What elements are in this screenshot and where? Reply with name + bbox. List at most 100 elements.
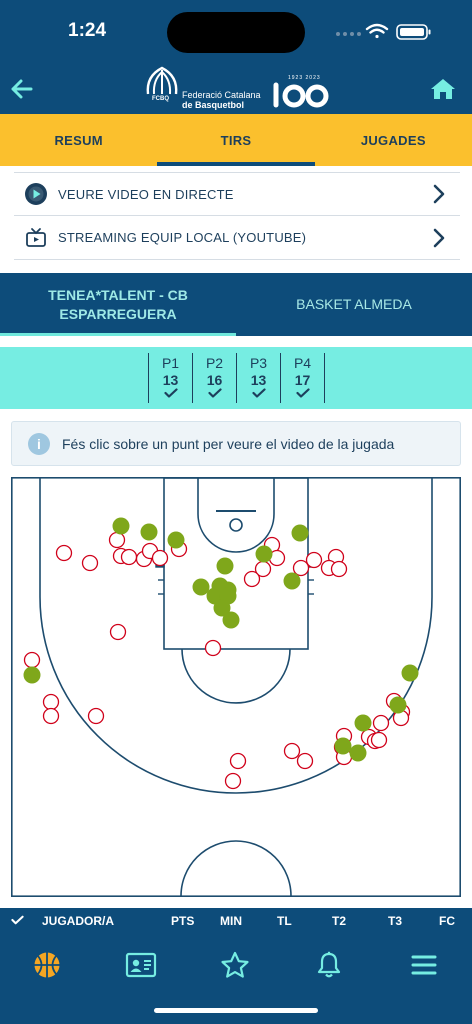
made-shot[interactable] [255, 545, 273, 563]
made-shot[interactable] [222, 611, 240, 629]
streaming-link[interactable]: STREAMING EQUIP LOCAL (YOUTUBE) [14, 216, 460, 260]
made-shot[interactable] [216, 557, 234, 575]
made-shot[interactable] [167, 531, 185, 549]
menu-icon [411, 955, 437, 975]
period-p1[interactable]: P1 13 [149, 353, 193, 403]
made-shot[interactable] [334, 737, 352, 755]
missed-shot[interactable] [151, 549, 169, 567]
play-icon [22, 180, 50, 208]
period-label: P2 [205, 355, 224, 371]
back-button[interactable] [6, 72, 38, 106]
missed-shot[interactable] [283, 742, 301, 760]
team-tabs: TENEA*TALENT - CB ESPARREGUERA BASKET AL… [0, 273, 472, 336]
centenary-icon [273, 82, 329, 108]
basketball-icon [34, 952, 60, 978]
status-bar: 1:24 [0, 0, 472, 64]
made-shot[interactable] [389, 696, 407, 714]
logo-line1: Federació Catalana [182, 90, 261, 100]
period-p3[interactable]: P3 13 [237, 353, 281, 403]
star-icon [221, 951, 249, 978]
logo-mark: FCBQ [152, 96, 169, 102]
arrow-left-icon [11, 79, 33, 99]
court-lines [11, 477, 461, 897]
made-shot[interactable] [401, 664, 419, 682]
live-video-link[interactable]: VEURE VIDEO EN DIRECTE [14, 172, 460, 216]
tab-tirs[interactable]: TIRS [157, 114, 315, 166]
missed-shot[interactable] [204, 639, 222, 657]
shots-layer [23, 517, 419, 790]
info-icon: i [28, 432, 50, 455]
id-card-icon [125, 952, 157, 978]
missed-shot[interactable] [108, 531, 126, 549]
periods-bar: P1 13 P2 16 P3 13 P4 17 [0, 347, 472, 409]
nav-menu[interactable] [404, 948, 444, 982]
col-fc: FC [439, 914, 455, 928]
check-icon[interactable] [11, 915, 24, 925]
check-icon [295, 388, 310, 398]
live-video-label: VEURE VIDEO EN DIRECTE [58, 186, 234, 202]
col-pts: PTS [171, 914, 195, 928]
tab-jugades[interactable]: JUGADES [315, 114, 472, 166]
logo-line2: de Basquetbol [182, 100, 245, 110]
missed-shot[interactable] [23, 651, 41, 669]
section-tabs: RESUM TIRS JUGADES [0, 114, 472, 166]
period-p4[interactable]: P4 17 [281, 353, 325, 403]
missed-shot[interactable] [243, 570, 261, 588]
status-time: 1:24 [68, 20, 107, 41]
missed-shot[interactable] [305, 551, 323, 569]
nav-notifications[interactable] [309, 948, 349, 982]
missed-shot[interactable] [87, 707, 105, 725]
period-label: P4 [293, 355, 312, 371]
made-shot[interactable] [112, 517, 130, 535]
made-shot[interactable] [354, 714, 372, 732]
team-name: BASKET ALMEDA [296, 296, 412, 312]
period-value: 13 [162, 372, 179, 388]
centenary-logo: 1923 2023 [270, 75, 332, 109]
missed-shot[interactable] [229, 752, 247, 770]
made-shot[interactable] [192, 578, 210, 596]
made-shot[interactable] [140, 523, 158, 541]
fcbq-logo: FCBQ Federació Catalana de Basquetbol [142, 66, 262, 112]
chevron-right-icon [428, 227, 450, 249]
missed-shot[interactable] [372, 714, 390, 732]
made-shot[interactable] [23, 666, 41, 684]
missed-shot[interactable] [224, 772, 242, 790]
basketball-logo-icon [146, 66, 178, 95]
missed-shot[interactable] [370, 731, 388, 749]
col-player: JUGADOR/A [42, 914, 115, 928]
missed-shot[interactable] [330, 560, 348, 578]
bell-icon [317, 951, 341, 978]
made-shot[interactable] [349, 744, 367, 762]
camera-notch [167, 12, 305, 53]
shot-chart-court [11, 477, 461, 897]
col-t2: T2 [332, 914, 347, 928]
nav-favorites[interactable] [215, 948, 255, 982]
missed-shot[interactable] [42, 693, 60, 711]
logo-text: Federació Catalana de Basquetbol [182, 90, 261, 110]
missed-shot[interactable] [292, 559, 310, 577]
made-shot[interactable] [283, 572, 301, 590]
status-icons [336, 23, 431, 40]
col-t3: T3 [388, 914, 403, 928]
missed-shot[interactable] [42, 707, 60, 725]
team-tab-home[interactable]: TENEA*TALENT - CB ESPARREGUERA [0, 273, 236, 336]
period-selector: P1 13 P2 16 P3 13 P4 17 [148, 353, 325, 403]
missed-shot[interactable] [109, 623, 127, 641]
made-shot[interactable] [291, 524, 309, 542]
home-icon [431, 79, 455, 99]
info-box: i Fés clic sobre un punt per veure el vi… [11, 421, 461, 466]
missed-shot[interactable] [55, 544, 73, 562]
player-stats-header: JUGADOR/A PTS MIN TL T2 T3 FC [0, 908, 472, 934]
missed-shot[interactable] [120, 548, 138, 566]
check-icon [207, 388, 222, 398]
tab-resum[interactable]: RESUM [0, 114, 157, 166]
home-button[interactable] [426, 72, 460, 106]
missed-shot[interactable] [81, 554, 99, 572]
nav-license[interactable] [121, 948, 161, 982]
nav-games[interactable] [27, 948, 67, 982]
period-label: P3 [249, 355, 268, 371]
team-tab-away[interactable]: BASKET ALMEDA [236, 273, 472, 336]
team-name: TENEA*TALENT - CB ESPARREGUERA [48, 286, 188, 322]
missed-shot[interactable] [296, 752, 314, 770]
period-p2[interactable]: P2 16 [193, 353, 237, 403]
